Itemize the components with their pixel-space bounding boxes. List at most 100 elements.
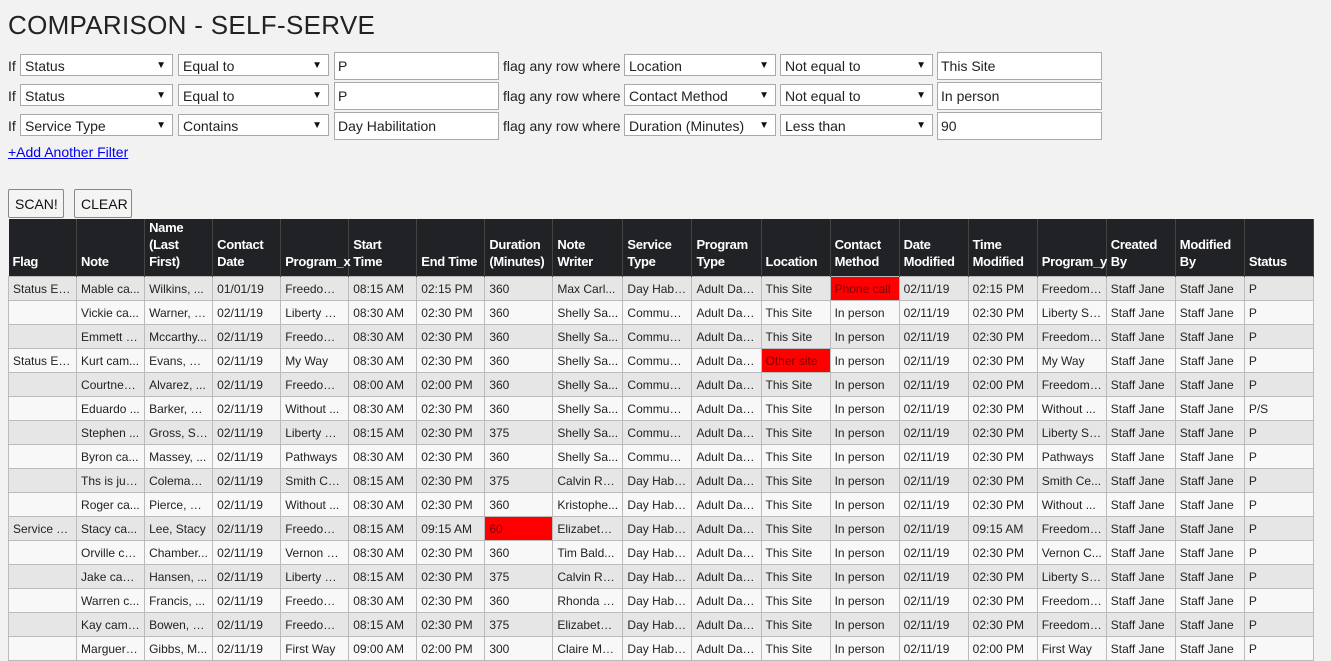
table-cell: Wilkins, ... <box>144 276 214 301</box>
table-cell: P <box>1243 636 1315 661</box>
table-row[interactable]: Service T... Stacy ca... Lee, Stacy 02/11/1… <box>7 516 1315 541</box>
clear-button[interactable]: CLEAR <box>74 189 132 218</box>
table-cell: Stacy ca... <box>76 516 146 541</box>
flag-field-select[interactable]: Location ▼ <box>624 54 776 76</box>
table-row[interactable]: Byron ca... Massey, ... 02/11/19 Pathways 08… <box>7 444 1315 469</box>
table-cell: Staff Jane <box>1174 324 1245 349</box>
flag-operator-select[interactable]: Not equal to ▼ <box>780 54 933 76</box>
column-header[interactable]: Location <box>761 219 831 277</box>
filter-field-select[interactable]: Service Type ▼ <box>20 114 173 136</box>
table-cell: 02/11/19 <box>212 492 282 517</box>
filter-operator-select[interactable]: Equal to ▼ <box>178 54 329 76</box>
table-cell: Emmett c... <box>76 324 146 349</box>
table-cell: 08:15 AM <box>348 468 418 493</box>
table-cell: Day Habil... <box>622 492 693 517</box>
flag-operator-select[interactable]: Not equal to ▼ <box>780 84 933 106</box>
table-cell: This Site <box>760 636 831 661</box>
table-cell: Francis, ... <box>144 588 214 613</box>
table-cell: 02/11/19 <box>898 492 969 517</box>
table-row[interactable]: Orville ca... Chamber... 02/11/19 Vernon C.… <box>7 540 1315 565</box>
flag-value-input[interactable]: In person <box>937 82 1102 110</box>
table-cell: Calvin Ro... <box>552 564 624 589</box>
add-filter-link[interactable]: +Add Another Filter <box>8 144 128 160</box>
column-header[interactable]: Program Type <box>691 219 762 277</box>
column-header[interactable]: Contact Date <box>212 219 282 277</box>
table-cell: Shelly Sa... <box>552 396 624 421</box>
table-cell: Without ... <box>1036 396 1107 421</box>
column-header[interactable]: End Time <box>416 219 486 277</box>
table-cell: Barker, E... <box>144 396 214 421</box>
column-header[interactable]: Name (Last First) <box>144 219 214 277</box>
table-cell: Staff Jane <box>1174 588 1245 613</box>
table-row[interactable]: Kay came... Bowen, K... 02/11/19 Freedom ..… <box>7 612 1315 637</box>
column-header[interactable]: Modified By <box>1175 219 1245 277</box>
table-row[interactable]: Emmett c... Mccarthy... 02/11/19 Freedom ..… <box>7 324 1315 349</box>
flag-field-select[interactable]: Contact Method ▼ <box>624 84 776 106</box>
flag-value-input[interactable]: 90 <box>937 112 1102 140</box>
table-row[interactable]: Eduardo ... Barker, E... 02/11/19 Without .… <box>7 396 1315 421</box>
column-header[interactable]: Service Type <box>622 219 693 277</box>
table-row[interactable]: Roger ca... Pierce, R... 02/11/19 Without .… <box>7 492 1315 517</box>
flag-operator-select[interactable]: Less than ▼ <box>780 114 933 136</box>
table-row[interactable]: Stephen ... Gross, St... 02/11/19 Liberty S… <box>7 420 1315 445</box>
table-cell: In person <box>829 444 900 469</box>
table-cell: Smith Ce... <box>1036 468 1107 493</box>
table-cell: Pathways <box>280 444 350 469</box>
table-header-row: Flag Note Name (Last First) Contact Date… <box>8 219 1315 277</box>
column-header[interactable]: Program_x <box>280 219 351 277</box>
table-row[interactable]: Ths is jus... Coleman,... 02/11/19 Smith Ce… <box>7 468 1315 493</box>
table-row[interactable]: Vickie ca... Warner, V... 02/11/19 Liberty … <box>7 300 1315 325</box>
column-header[interactable]: Program_y <box>1037 219 1107 277</box>
filter-value-input[interactable]: P <box>334 52 499 80</box>
table-cell: Lee, Stacy <box>144 516 214 541</box>
filter-field-select[interactable]: Status ▼ <box>20 84 173 106</box>
table-cell <box>7 396 78 421</box>
table-row[interactable]: Marguerit... Gibbs, M... 02/11/19 First Way… <box>7 636 1315 661</box>
table-cell: Freedom ... <box>280 276 350 301</box>
flag-field-select[interactable]: Duration (Minutes) ▼ <box>624 114 776 136</box>
table-cell: Freedom ... <box>280 588 350 613</box>
table-cell: Vernon C... <box>1036 540 1107 565</box>
table-cell: 02/11/19 <box>898 468 969 493</box>
table-row[interactable]: Warren c... Francis, ... 02/11/19 Freedom .… <box>7 588 1315 613</box>
table-cell: Adult Day... <box>691 468 762 493</box>
column-header[interactable]: Flag <box>8 219 78 277</box>
table-cell: Staff Jane <box>1174 492 1245 517</box>
table-cell: 02:00 PM <box>967 636 1038 661</box>
flag-value-input[interactable]: This Site <box>937 52 1102 80</box>
table-cell: 02/11/19 <box>212 564 282 589</box>
table-row[interactable]: Jake cam... Hansen, ... 02/11/19 Liberty St… <box>7 564 1315 589</box>
table-cell <box>7 636 78 661</box>
column-header[interactable]: Date Modified <box>899 219 969 277</box>
table-cell: Orville ca... <box>76 540 146 565</box>
table-cell: Adult Day... <box>691 612 762 637</box>
filter-operator-select[interactable]: Contains ▼ <box>178 114 329 136</box>
table-row[interactable]: Status Eq... Kurt cam... Evans, Kurt 02/11/… <box>7 348 1315 373</box>
column-header[interactable]: Start Time <box>348 219 418 277</box>
table-cell: This Site <box>760 300 831 325</box>
scan-button[interactable]: SCAN! <box>8 189 64 218</box>
column-header[interactable]: Status <box>1244 219 1315 277</box>
table-cell: Staff Jane <box>1105 516 1176 541</box>
dropdown-arrow-icon: ▼ <box>312 120 322 131</box>
filter-field-select[interactable]: Status ▼ <box>20 54 173 76</box>
table-cell: Staff Jane <box>1174 300 1245 325</box>
table-cell: Massey, ... <box>144 444 214 469</box>
column-header[interactable]: Time Modified <box>968 219 1038 277</box>
table-cell: 02/11/19 <box>898 636 969 661</box>
table-cell: My Way <box>280 348 350 373</box>
table-row[interactable]: Status Eq... Mable ca... Wilkins, ... 01/01… <box>7 276 1315 301</box>
column-header[interactable]: Created By <box>1106 219 1176 277</box>
table-cell: Adult Day... <box>691 564 762 589</box>
column-header[interactable]: Note Writer <box>552 219 624 277</box>
table-row[interactable]: Courtney ... Alvarez, ... 02/11/19 Freedom … <box>7 372 1315 397</box>
table-cell: Gross, St... <box>144 420 214 445</box>
column-header[interactable]: Contact Method <box>830 219 900 277</box>
filter-operator-select[interactable]: Equal to ▼ <box>178 84 329 106</box>
select-value: Location <box>629 58 682 74</box>
column-header[interactable]: Note <box>76 219 146 277</box>
table-cell: P <box>1243 348 1315 373</box>
filter-value-input[interactable]: Day Habilitation <box>334 112 499 140</box>
column-header[interactable]: Duration (Minutes) <box>484 219 554 277</box>
filter-value-input[interactable]: P <box>334 82 499 110</box>
